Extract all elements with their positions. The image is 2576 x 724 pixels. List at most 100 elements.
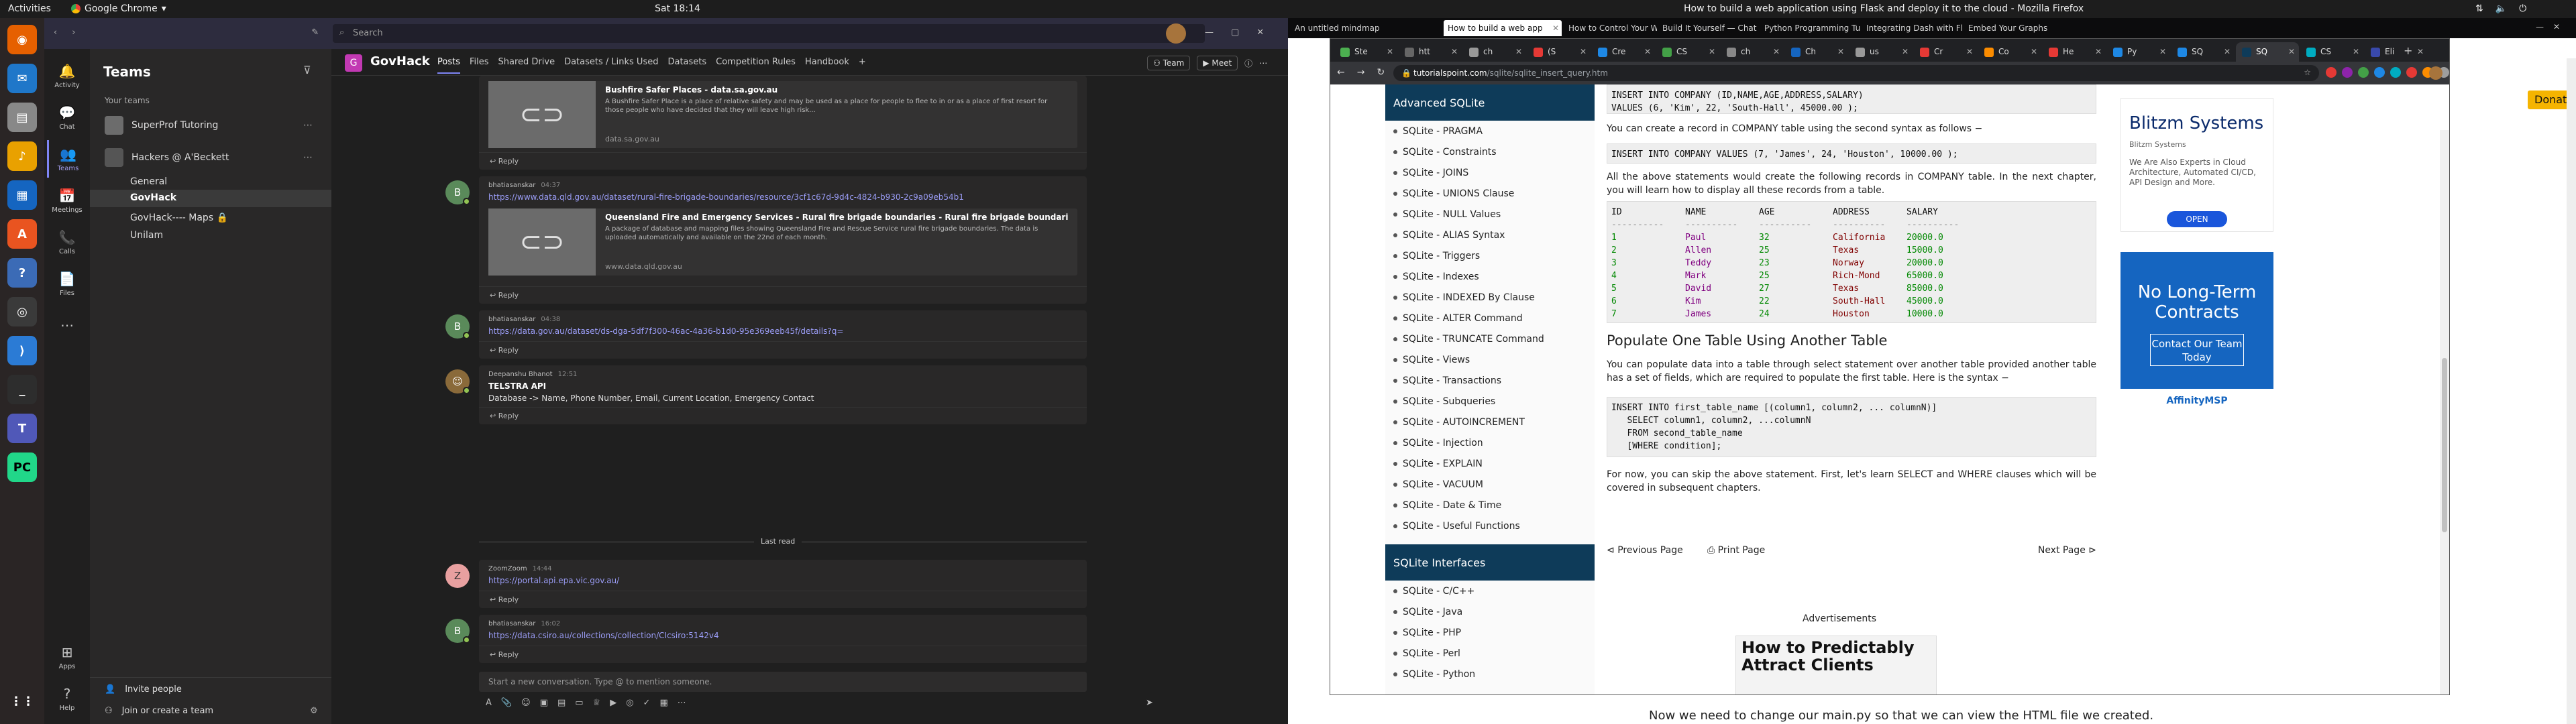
team-button[interactable]: ⚇ Team: [1147, 56, 1191, 70]
nav-item[interactable]: SQLite - UNIONS Clause: [1393, 188, 1514, 199]
chrome-tab[interactable]: ch ✕: [1721, 42, 1784, 62]
filter-icon[interactable]: ⊽: [303, 64, 311, 76]
message-link[interactable]: https://www.data.qld.gov.au/dataset/rura…: [488, 192, 964, 202]
close-icon[interactable]: ✕: [2159, 47, 2166, 56]
new-tab-icon[interactable]: +: [2404, 44, 2412, 57]
more-icon[interactable]: ⋯: [303, 152, 313, 163]
stream-icon[interactable]: ▶: [610, 698, 616, 708]
close-icon[interactable]: ✕: [1387, 47, 1393, 56]
avatar[interactable]: B: [445, 180, 470, 205]
rail-apps[interactable]: ⊞ Apps: [47, 638, 87, 676]
vscode-icon[interactable]: ⟩: [7, 336, 37, 365]
avatar[interactable]: ☺: [445, 369, 470, 394]
reply-button[interactable]: ↩ Reply: [479, 646, 1087, 663]
ad-contact-button[interactable]: Contact Our Team Today: [2150, 334, 2244, 366]
scrollbar-thumb[interactable]: [2442, 358, 2447, 532]
minimize-icon[interactable]: —: [2536, 22, 2544, 32]
profile-avatar[interactable]: [1166, 23, 1186, 44]
close-icon[interactable]: ✕: [1773, 47, 1780, 56]
help-icon[interactable]: ?: [7, 258, 37, 288]
thunderbird-icon[interactable]: ✉: [7, 64, 37, 93]
chrome-tab[interactable]: Cre ✕: [1592, 42, 1655, 62]
nav-item[interactable]: SQLite - TRUNCATE Command: [1393, 334, 1544, 345]
tab-shared-drive[interactable]: Shared Drive: [498, 57, 555, 74]
show-apps-icon[interactable]: ⋮⋮: [7, 686, 37, 716]
volume-icon[interactable]: 🔈: [2496, 3, 2507, 14]
extension-icon[interactable]: [2390, 67, 2401, 78]
channel-item[interactable]: GovHack---- Maps 🔒: [130, 213, 228, 223]
meet-now-icon[interactable]: ▭: [575, 698, 583, 708]
nav-item[interactable]: SQLite - Useful Functions: [1393, 521, 1520, 532]
extension-icon[interactable]: [2342, 67, 2353, 78]
chrome-tab[interactable]: Eli ✕: [2365, 42, 2428, 62]
print-page-link[interactable]: ⎙ Print Page: [1707, 545, 1765, 556]
chrome-dock-icon[interactable]: ◎: [7, 297, 37, 326]
nav-item[interactable]: SQLite - ALTER Command: [1393, 313, 1523, 324]
more-icon[interactable]: ⋯: [678, 698, 686, 708]
compose-icon[interactable]: ✎: [311, 27, 319, 38]
add-tab-icon[interactable]: +: [859, 57, 866, 74]
invite-people-button[interactable]: 👤 Invite people: [105, 684, 182, 695]
message-link[interactable]: https://portal.api.epa.vic.gov.au/: [488, 576, 619, 585]
files-icon[interactable]: ▤: [7, 103, 37, 132]
close-icon[interactable]: ✕: [2417, 47, 2424, 56]
send-icon[interactable]: ➤: [1146, 698, 1153, 708]
profile-avatar[interactable]: [2429, 66, 2443, 80]
forward-icon[interactable]: ›: [72, 27, 75, 38]
compose-box[interactable]: Start a new conversation. Type @ to ment…: [479, 672, 1087, 692]
pycharm-icon[interactable]: PC: [7, 452, 37, 482]
firefox-tab[interactable]: Build It Yourself — Chat: [1658, 20, 1759, 36]
chrome-tab[interactable]: Co ✕: [1978, 42, 2041, 62]
avatar[interactable]: Z: [445, 564, 470, 588]
extension-icon[interactable]: [2374, 67, 2385, 78]
message-link[interactable]: https://data.gov.au/dataset/ds-dga-5df7f…: [488, 326, 843, 336]
tab-competition-rules[interactable]: Competition Rules: [716, 57, 796, 74]
nav-item[interactable]: SQLite - Indexes: [1393, 272, 1479, 282]
firefox-tab[interactable]: Integrating Dash with Fla: [1862, 20, 1963, 36]
scrollbar[interactable]: [2567, 58, 2576, 724]
team-item[interactable]: Hackers @ A'Beckett ⋯: [105, 148, 319, 167]
tab-posts[interactable]: Posts: [437, 57, 460, 74]
rail-help[interactable]: ? Help: [47, 680, 87, 717]
network-icon[interactable]: ⇅: [2475, 3, 2483, 14]
chrome-tab[interactable]: CS ✕: [1656, 42, 1719, 62]
app-menu[interactable]: Google Chrome ▾: [71, 3, 166, 14]
previous-page-link[interactable]: ⊲ Previous Page: [1607, 545, 1683, 556]
chrome-tab[interactable]: Cr ✕: [1914, 42, 1977, 62]
close-icon[interactable]: ✕: [1515, 47, 1522, 56]
extension-icon[interactable]: [2406, 67, 2417, 78]
avatar[interactable]: B: [445, 619, 470, 644]
avatar[interactable]: B: [445, 314, 470, 339]
extension-icon[interactable]: [2326, 67, 2337, 78]
chrome-tab[interactable]: (S ✕: [1527, 42, 1591, 62]
clock[interactable]: Sat 18:14: [644, 3, 711, 14]
firefox-tab-active[interactable]: How to build a web app ✕: [1444, 20, 1562, 36]
writer-icon[interactable]: ▦: [7, 180, 37, 210]
reply-button[interactable]: ↩ Reply: [479, 591, 1087, 608]
chrome-tab[interactable]: SQ ✕: [2236, 42, 2299, 62]
nav-item[interactable]: SQLite - INDEXED By Clause: [1393, 292, 1535, 303]
nav-item[interactable]: SQLite - Constraints: [1393, 147, 1497, 158]
scrollbar[interactable]: [2440, 130, 2449, 695]
gear-icon[interactable]: ⚙: [310, 706, 318, 716]
minimize-icon[interactable]: —: [1205, 27, 1214, 38]
nav-item[interactable]: SQLite - Subqueries: [1393, 396, 1495, 407]
nav-item[interactable]: SQLite - EXPLAIN: [1393, 459, 1483, 469]
praise-icon[interactable]: ♕: [593, 698, 601, 708]
forward-icon[interactable]: →: [1357, 67, 1365, 78]
channel-item-selected[interactable]: GovHack: [90, 190, 331, 207]
chrome-tab[interactable]: Ste ✕: [1334, 42, 1397, 62]
meet-button[interactable]: ▶ Meet: [1197, 56, 1238, 70]
attach-icon[interactable]: 📎: [501, 698, 512, 708]
tab-datasets[interactable]: Datasets: [667, 57, 706, 74]
rhythmbox-icon[interactable]: ♪: [7, 141, 37, 171]
firefox-tab[interactable]: Python Programming Tu: [1760, 20, 1861, 36]
chrome-tab[interactable]: Py ✕: [2107, 42, 2170, 62]
approvals-icon[interactable]: ✓: [643, 698, 651, 708]
ad-affinity[interactable]: No Long-Term Contracts Contact Our Team …: [2121, 252, 2273, 413]
team-item[interactable]: SuperProf Tutoring ⋯: [105, 116, 319, 135]
reply-button[interactable]: ↩ Reply: [479, 341, 1087, 359]
tab-handbook[interactable]: Handbook: [805, 57, 849, 74]
extension-icon[interactable]: [2358, 67, 2369, 78]
nav-item[interactable]: SQLite - Perl: [1393, 648, 1460, 659]
